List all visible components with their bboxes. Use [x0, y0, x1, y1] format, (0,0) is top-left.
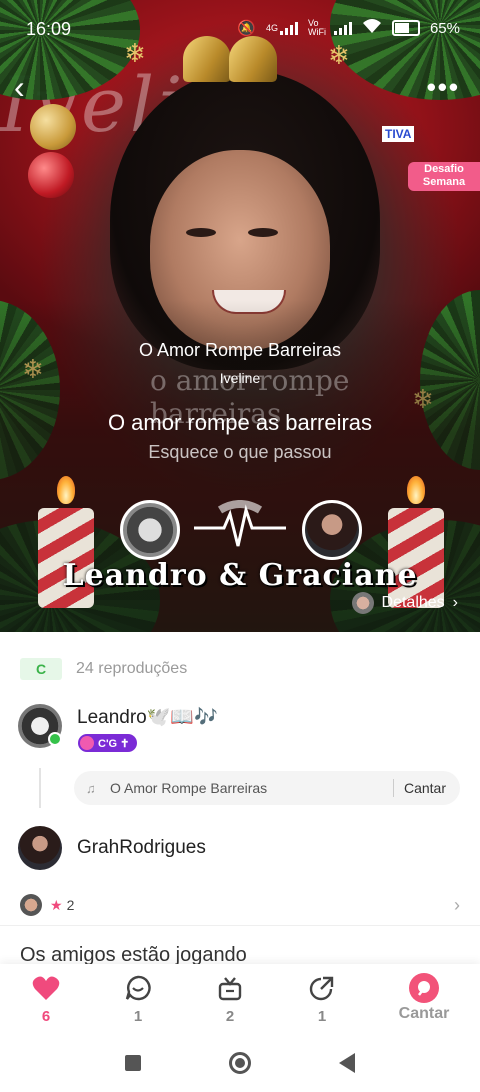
share-icon [309, 974, 335, 1002]
avatar[interactable] [18, 826, 62, 870]
like-button[interactable]: 6 [0, 964, 92, 1034]
weekly-challenge-banner[interactable]: TIVA Desafio Semana [382, 126, 480, 191]
flame-icon [57, 476, 75, 504]
heart-icon [32, 974, 60, 1002]
status-bar: 16:09 🔕 4G Vo WiFi 65% [0, 0, 480, 56]
chip-song-title: O Amor Rompe Barreiras [110, 780, 268, 796]
heartbeat-icon [194, 500, 286, 547]
lyric-next-line: Esquece o que passou [148, 442, 332, 462]
weekly-challenge-label: Desafio Semana [408, 162, 480, 191]
chevron-right-icon: › [454, 894, 460, 915]
likes-count: 2 [66, 897, 75, 913]
comment-button[interactable]: 1 [92, 964, 184, 1034]
volte-label: Vo WiFi [307, 18, 326, 37]
promo-tag: TIVA [382, 126, 415, 142]
action-bar: 6 1 2 1 Cantar [0, 964, 480, 1034]
chevron-right-icon: › [452, 594, 458, 611]
liker-avatar [20, 894, 42, 916]
stats-row: C 24 reproduções [20, 658, 187, 680]
author-name[interactable]: Leandro🕊️📖🎶 [77, 705, 218, 729]
badge-label: C'G ✝ [98, 737, 130, 750]
partner-name[interactable]: GrahRodrigues [77, 837, 206, 859]
sing-this-button[interactable]: Cantar [394, 780, 460, 796]
song-artist: Iveline [219, 370, 261, 386]
play-count: 24 reproduções [76, 660, 188, 677]
singer-eye [248, 228, 278, 237]
duet-avatar-leandro[interactable] [120, 500, 180, 560]
system-navigation-bar [0, 1034, 480, 1092]
duet-avatar-graciane[interactable] [302, 500, 362, 560]
more-options-icon[interactable]: ••• [427, 72, 460, 103]
song-chip[interactable]: ♫ O Amor Rompe Barreiras Cantar [74, 771, 460, 805]
details-link[interactable]: Detalhes › [351, 592, 458, 614]
gift-count: 2 [225, 1008, 235, 1025]
grade-badge: C [20, 658, 62, 680]
battery-icon [391, 20, 420, 36]
back-icon[interactable]: ‹ [14, 70, 48, 104]
status-time: 16:09 [26, 19, 72, 39]
wifi-icon [362, 18, 382, 38]
avatar[interactable] [18, 704, 62, 748]
share-count: 1 [317, 1008, 327, 1025]
thread-line [39, 768, 41, 808]
likes-row[interactable]: ★ 2 › [20, 894, 460, 916]
partner-row[interactable]: GrahRodrigues [18, 826, 206, 870]
like-count: 6 [41, 1008, 51, 1025]
comment-icon [125, 974, 151, 1002]
details-avatar [351, 592, 374, 614]
sing-button[interactable]: Cantar [368, 964, 480, 1034]
flame-icon [407, 476, 425, 504]
home-icon[interactable] [229, 1052, 251, 1074]
network-type: 4G [265, 23, 278, 33]
level-icon [80, 736, 94, 750]
star-icon: ★ [50, 896, 63, 913]
battery-percent: 65% [429, 19, 460, 37]
mobile-signal-icon: 4G [266, 21, 298, 35]
sing-label: Cantar [398, 1005, 450, 1022]
microphone-icon [409, 973, 439, 1003]
share-button[interactable]: 1 [276, 964, 368, 1034]
online-indicator [48, 732, 62, 746]
gift-button[interactable]: 2 [184, 964, 276, 1034]
music-note-icon: ♫ [86, 781, 96, 796]
song-cover-video[interactable]: Iveline ❄ ❄ ❄ ❄ 16:09 🔕 4G Vo WiFi [0, 0, 480, 632]
ornament-red [28, 152, 74, 198]
gift-icon [217, 974, 243, 1002]
lyric-current-line: O amor rompe as barreiras [107, 410, 373, 435]
song-title: O Amor Rompe Barreiras [138, 340, 342, 360]
comment-count: 1 [133, 1008, 143, 1025]
user-badge[interactable]: C'G ✝ [78, 734, 138, 752]
divider [0, 925, 480, 926]
back-nav-icon[interactable] [339, 1053, 355, 1073]
recent-apps-icon[interactable] [125, 1055, 141, 1071]
ornament-gold [30, 104, 76, 150]
singer-eye [186, 228, 216, 237]
mute-icon: 🔕 [237, 20, 256, 37]
details-label: Detalhes [381, 594, 445, 611]
duet-names: Leandro & Graciane [62, 558, 418, 593]
volte-signal-icon: Vo WiFi [308, 19, 352, 37]
